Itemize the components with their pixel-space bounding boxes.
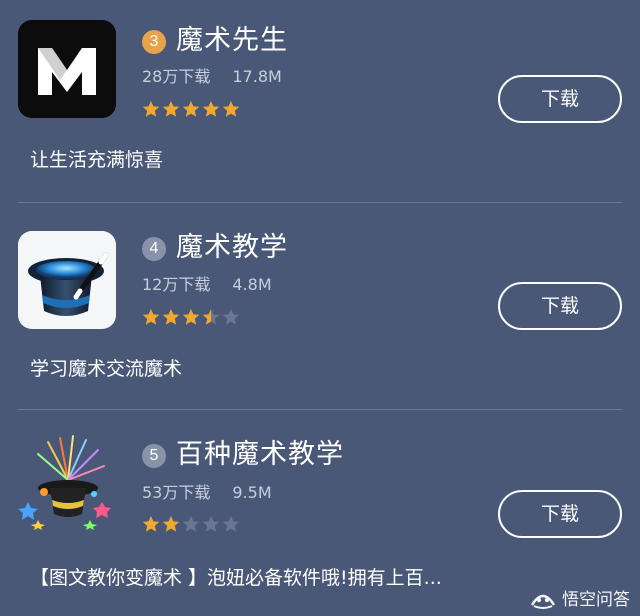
- star-rating: [142, 308, 240, 328]
- app-name: 魔术先生: [176, 25, 288, 56]
- divider: [18, 202, 622, 203]
- star-icon-full: [162, 101, 180, 117]
- download-count: 12万下载: [142, 275, 211, 294]
- star-icon-full: [202, 101, 220, 117]
- app-description: 学习魔术交流魔术: [30, 358, 183, 380]
- download-button[interactable]: 下载: [498, 75, 622, 123]
- app-item-mr-magic[interactable]: 3 魔术先生 28万下载 17.8M 下载 让生活充满惊喜: [0, 0, 640, 205]
- star-icon-full: [142, 101, 160, 117]
- wukong-logo-icon: [530, 594, 556, 609]
- star-icon-half: [202, 309, 220, 325]
- star-icon-empty: [202, 516, 220, 532]
- star-icon-empty: [182, 516, 200, 532]
- magic-m-logo-icon[interactable]: [18, 20, 116, 118]
- magic-hat-fireworks-icon[interactable]: [18, 432, 116, 530]
- star-icon-full: [182, 101, 200, 117]
- rank-badge: 4: [142, 237, 166, 261]
- star-icon-empty: [222, 516, 240, 532]
- watermark-text: 悟空问答: [562, 590, 630, 610]
- star-icon-full: [142, 309, 160, 325]
- star-icon-full: [142, 516, 160, 532]
- rank-badge: 5: [142, 444, 166, 468]
- watermark: 悟空问答: [530, 585, 630, 610]
- file-size: 17.8M: [232, 67, 282, 86]
- app-name: 百种魔术教学: [176, 439, 344, 470]
- star-icon-full: [162, 516, 180, 532]
- file-size: 4.8M: [232, 275, 272, 294]
- rank-badge: 3: [142, 30, 166, 54]
- app-description: 【图文教你变魔术 】泡妞必备软件哦!拥有上百...: [30, 567, 442, 589]
- star-rating: [142, 100, 240, 120]
- download-button[interactable]: 下载: [498, 282, 622, 330]
- magic-hat-wand-icon[interactable]: [18, 231, 116, 329]
- download-count: 28万下载: [142, 67, 211, 86]
- star-icon-empty: [222, 309, 240, 325]
- file-size: 9.5M: [232, 483, 272, 502]
- app-item-magic-tutorial[interactable]: 4 魔术教学 12万下载 4.8M 下载 学习魔术交流魔术: [0, 205, 640, 410]
- app-description: 让生活充满惊喜: [30, 149, 164, 171]
- app-meta: 28万下载 17.8M: [142, 67, 282, 87]
- download-button[interactable]: 下载: [498, 490, 622, 538]
- star-rating: [142, 515, 240, 535]
- star-icon-full: [222, 101, 240, 117]
- download-count: 53万下载: [142, 483, 211, 502]
- star-icon-full: [182, 309, 200, 325]
- app-name: 魔术教学: [176, 232, 288, 263]
- app-list: 3 魔术先生 28万下载 17.8M 下载 让生活充满惊喜 4 魔术教学 12万…: [0, 0, 640, 616]
- app-meta: 12万下载 4.8M: [142, 275, 272, 295]
- app-meta: 53万下载 9.5M: [142, 483, 272, 503]
- star-icon-full: [162, 309, 180, 325]
